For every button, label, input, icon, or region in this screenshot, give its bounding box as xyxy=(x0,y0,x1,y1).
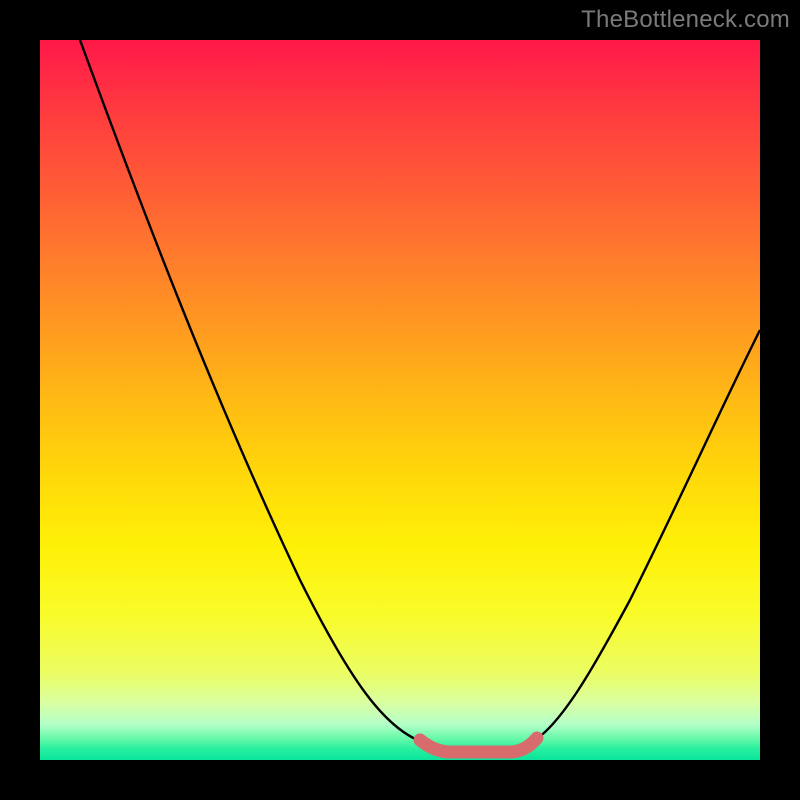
chart-frame: TheBottleneck.com xyxy=(0,0,800,800)
bottleneck-gradient xyxy=(40,40,760,760)
plot-area xyxy=(40,40,760,760)
watermark-text: TheBottleneck.com xyxy=(581,6,790,34)
